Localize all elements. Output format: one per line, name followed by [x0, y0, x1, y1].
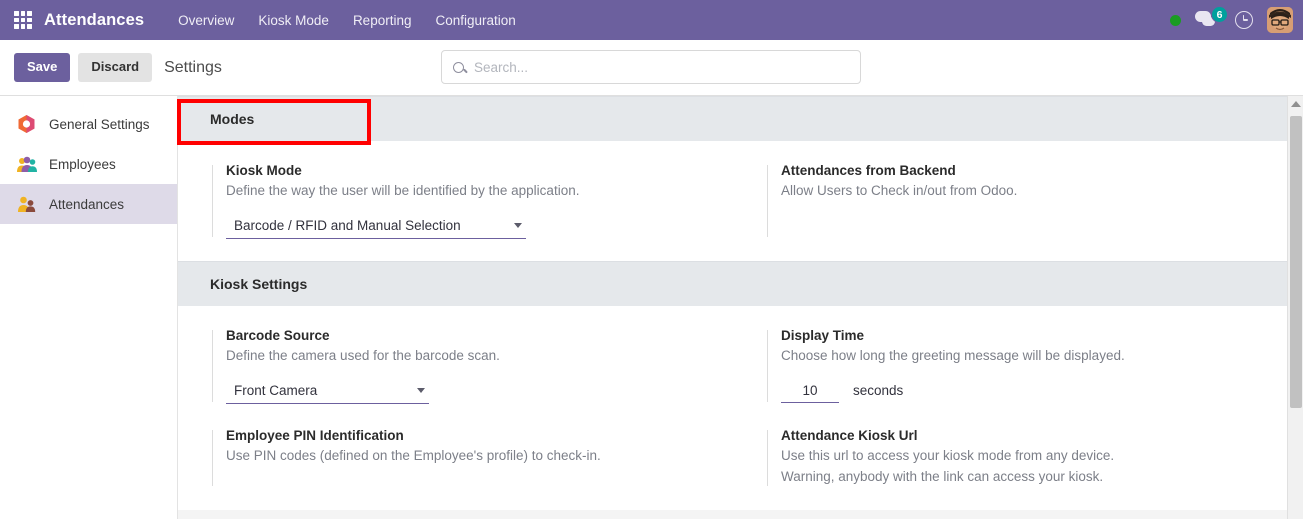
setting-attendance-kiosk-url: Attendance Kiosk Url Use this url to acc…: [733, 428, 1288, 488]
attendances-icon: [16, 194, 38, 214]
search-icon: [453, 61, 464, 73]
display-time-label: Display Time: [781, 327, 865, 343]
breadcrumb: Settings: [164, 58, 222, 76]
nav-item-kiosk-mode[interactable]: Kiosk Mode: [246, 13, 341, 28]
online-status-dot: [1170, 14, 1181, 26]
section-header-kiosk-settings: Kiosk Settings: [178, 260, 1288, 306]
kiosk-url-help-line1: Use this url to access your kiosk mode f…: [781, 447, 1115, 463]
top-navbar: Attendances Overview Kiosk Mode Reportin…: [0, 0, 1303, 40]
vertical-scrollbar[interactable]: [1287, 96, 1303, 519]
sidebar-item-general-settings[interactable]: General Settings: [0, 104, 177, 144]
barcode-source-label: Barcode Source: [226, 327, 330, 343]
setting-display-time: Display Time Choose how long the greetin…: [733, 328, 1288, 404]
barcode-source-selected-value: Front Camera: [234, 382, 318, 398]
kiosk-mode-select[interactable]: Barcode / RFID and Manual Selection: [226, 216, 526, 239]
barcode-source-select[interactable]: Front Camera: [226, 381, 429, 404]
section-body-modes: Kiosk Mode Define the way the user will …: [178, 141, 1288, 261]
kiosk-mode-selected-value: Barcode / RFID and Manual Selection: [234, 217, 461, 233]
user-avatar[interactable]: [1267, 7, 1293, 33]
setting-attendances-from-backend: Attendances from Backend Allow Users to …: [733, 163, 1288, 239]
barcode-source-help: Define the camera used for the barcode s…: [226, 347, 500, 363]
search-input[interactable]: Search...: [441, 50, 861, 84]
systray: 6: [1170, 6, 1303, 33]
settings-hexagon-icon: [16, 114, 38, 134]
settings-card: Modes Kiosk Mode Define the way the user…: [178, 96, 1288, 510]
chevron-down-icon: [417, 387, 425, 393]
app-brand-attendances[interactable]: Attendances: [44, 11, 144, 30]
kiosk-url-help-line2: Warning, anybody with the link can acces…: [781, 468, 1104, 484]
section-header-modes: Modes: [178, 96, 1288, 141]
display-time-unit: seconds: [853, 382, 904, 398]
app-root: Attendances Overview Kiosk Mode Reportin…: [0, 0, 1303, 519]
messages-count-badge: 6: [1211, 6, 1228, 23]
sidebar-item-label: General Settings: [49, 116, 150, 132]
sidebar-item-employees[interactable]: Employees: [0, 144, 177, 184]
scrollbar-thumb[interactable]: [1290, 116, 1302, 408]
clock-icon[interactable]: [1235, 11, 1253, 29]
display-time-input[interactable]: 10: [781, 383, 839, 403]
kiosk-mode-help: Define the way the user will be identifi…: [226, 183, 580, 198]
employees-icon: [16, 154, 38, 174]
sidebar-item-label: Attendances: [49, 196, 125, 212]
attendances-from-backend-help: Allow Users to Check in/out from Odoo.: [781, 183, 1018, 198]
nav-item-overview[interactable]: Overview: [166, 13, 246, 28]
kiosk-mode-label: Kiosk Mode: [226, 163, 302, 178]
apps-grid-icon[interactable]: [14, 11, 32, 29]
scroll-up-arrow-icon[interactable]: [1290, 101, 1301, 107]
kiosk-url-label: Attendance Kiosk Url: [781, 427, 918, 443]
attendances-from-backend-label: Attendances from Backend: [781, 163, 956, 178]
setting-employee-pin: Employee PIN Identification Use PIN code…: [178, 428, 733, 488]
setting-kiosk-mode: Kiosk Mode Define the way the user will …: [178, 163, 733, 239]
section-body-kiosk-settings: Barcode Source Define the camera used fo…: [178, 305, 1288, 510]
save-button[interactable]: Save: [14, 53, 71, 82]
settings-body: General Settings Employees Attendances M…: [0, 96, 1303, 519]
nav-item-configuration[interactable]: Configuration: [423, 13, 527, 28]
nav-item-reporting[interactable]: Reporting: [341, 13, 424, 28]
sidebar-item-label: Employees: [49, 156, 116, 172]
messages-icon[interactable]: 6: [1195, 6, 1228, 30]
search-placeholder: Search...: [474, 59, 529, 75]
setting-barcode-source: Barcode Source Define the camera used fo…: [178, 328, 733, 404]
discard-button[interactable]: Discard: [78, 53, 153, 82]
display-time-help: Choose how long the greeting message wil…: [781, 347, 1125, 363]
sidebar-item-attendances[interactable]: Attendances: [0, 184, 177, 224]
settings-content: Modes Kiosk Mode Define the way the user…: [178, 96, 1303, 519]
employee-pin-help: Use PIN codes (defined on the Employee's…: [226, 447, 601, 463]
chevron-down-icon: [514, 222, 522, 228]
employee-pin-label: Employee PIN Identification: [226, 427, 404, 443]
settings-sidebar: General Settings Employees Attendances: [0, 96, 178, 519]
